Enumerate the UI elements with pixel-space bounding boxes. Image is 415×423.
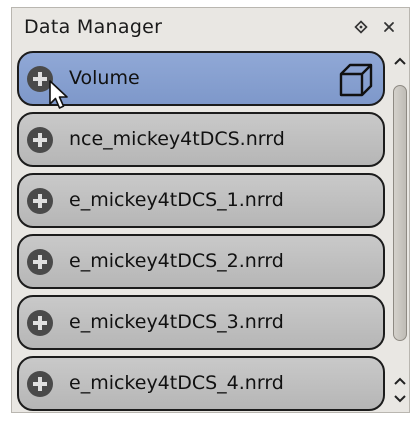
node-label: e_mickey4tDCS_3.nrrd: [69, 311, 284, 333]
chevron-up-icon: [394, 57, 406, 65]
float-button[interactable]: [351, 16, 371, 38]
chevron-up-icon: [394, 377, 406, 385]
panel-title: Data Manager: [24, 16, 163, 38]
plus-circle-icon[interactable]: [27, 310, 53, 336]
node-label: e_mickey4tDCS_2.nrrd: [69, 250, 284, 272]
cube-volume-icon: [339, 63, 373, 97]
node-item-volume[interactable]: Volume: [17, 51, 385, 109]
data-manager-panel: Data Manager Volume nce_mickey4tDCS.nrrd…: [11, 7, 410, 413]
plus-circle-icon[interactable]: [27, 188, 53, 214]
node-item[interactable]: e_mickey4tDCS_2.nrrd: [17, 234, 385, 289]
plus-circle-icon[interactable]: [27, 371, 53, 397]
node-item[interactable]: e_mickey4tDCS_1.nrrd: [17, 173, 385, 228]
node-label: e_mickey4tDCS_4.nrrd: [69, 372, 284, 394]
node-item[interactable]: e_mickey4tDCS_3.nrrd: [17, 295, 385, 350]
scroll-thumb[interactable]: [393, 85, 407, 341]
mouse-cursor-icon: [49, 80, 68, 109]
node-label: e_mickey4tDCS_1.nrrd: [69, 189, 284, 211]
scroll-track[interactable]: [393, 73, 407, 363]
node-list[interactable]: Volume nce_mickey4tDCS.nrrd e_mickey4tDC…: [17, 51, 387, 411]
chevron-down-icon: [394, 395, 406, 403]
node-label: Volume: [69, 67, 140, 89]
scroll-down-button[interactable]: [391, 391, 409, 407]
scroll-up-button[interactable]: [391, 53, 409, 69]
node-label: nce_mickey4tDCS.nrrd: [69, 128, 285, 150]
scroll-up-button-lower[interactable]: [391, 373, 409, 389]
plus-circle-icon[interactable]: [27, 127, 53, 153]
close-button[interactable]: [379, 16, 399, 38]
close-icon: [384, 22, 394, 32]
node-item[interactable]: e_mickey4tDCS_4.nrrd: [17, 356, 385, 411]
plus-circle-icon[interactable]: [27, 249, 53, 275]
diamond-float-icon: [354, 20, 368, 34]
node-item[interactable]: nce_mickey4tDCS.nrrd: [17, 112, 385, 167]
title-bar[interactable]: Data Manager: [12, 8, 409, 48]
vertical-scrollbar[interactable]: [391, 51, 409, 411]
